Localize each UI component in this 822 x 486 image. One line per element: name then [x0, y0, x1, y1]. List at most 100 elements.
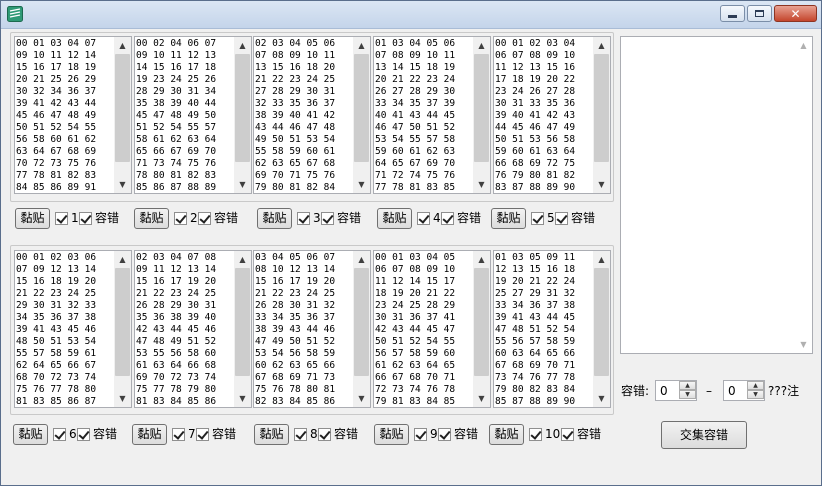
number-listbox-10[interactable]: 01 03 05 09 11 12 13 15 16 18 19 20 21 2…	[493, 250, 611, 408]
intersect-tolerance-button[interactable]: 交集容错	[661, 421, 747, 449]
tolerance-checkbox-10[interactable]	[561, 428, 574, 441]
scroll-down-icon[interactable]: ▼	[593, 176, 610, 193]
tolerance-checkbox-3[interactable]	[321, 212, 334, 225]
number-listbox-6[interactable]: 00 01 02 03 06 07 09 12 13 14 15 16 18 1…	[14, 250, 132, 408]
maximize-button[interactable]	[747, 5, 772, 22]
scroll-up-icon[interactable]: ▲	[353, 251, 370, 268]
scroll-up-icon[interactable]: ▲	[593, 251, 610, 268]
tolerance-min-spinner[interactable]: 0 ▲ ▼	[655, 380, 697, 401]
spin-up-icon[interactable]: ▲	[679, 381, 696, 390]
group-checkbox-8[interactable]	[294, 428, 307, 441]
scroll-up-icon[interactable]: ▲	[795, 37, 812, 54]
minimize-button[interactable]	[720, 5, 745, 22]
group-checkbox-4[interactable]	[417, 212, 430, 225]
tolerance-checkbox-5[interactable]	[555, 212, 568, 225]
result-textbox[interactable]: ▲ ▼	[620, 36, 813, 354]
group-checkbox-3[interactable]	[297, 212, 310, 225]
scroll-down-icon[interactable]: ▼	[234, 390, 251, 407]
scroll-up-icon[interactable]: ▲	[473, 251, 490, 268]
number-listbox-3[interactable]: 02 03 04 05 06 07 08 09 10 11 13 15 16 1…	[253, 36, 371, 194]
list-scrollbar[interactable]: ▲ ▼	[234, 251, 251, 407]
paste-button-6[interactable]: 黏贴	[13, 424, 48, 445]
list-scrollbar[interactable]: ▲ ▼	[114, 251, 131, 407]
scroll-down-icon[interactable]: ▼	[353, 176, 370, 193]
scroll-thumb[interactable]	[354, 54, 369, 162]
tolerance-checkbox-7[interactable]	[196, 428, 209, 441]
tolerance-checkbox-8[interactable]	[318, 428, 331, 441]
scroll-up-icon[interactable]: ▲	[234, 37, 251, 54]
list-scrollbar[interactable]: ▲ ▼	[353, 251, 370, 407]
check-icon	[54, 428, 66, 440]
group-checkbox-10[interactable]	[529, 428, 542, 441]
scroll-up-icon[interactable]: ▲	[593, 37, 610, 54]
number-listbox-9[interactable]: 00 01 03 04 05 06 07 08 09 10 11 12 14 1…	[373, 250, 491, 408]
paste-button-7[interactable]: 黏贴	[132, 424, 167, 445]
tolerance-checkbox-label: 容错	[214, 211, 239, 225]
paste-button-10[interactable]: 黏贴	[489, 424, 524, 445]
list-scrollbar[interactable]: ▲ ▼	[593, 37, 610, 193]
number-listbox-4[interactable]: 01 03 04 05 06 07 08 09 10 11 13 14 15 1…	[373, 36, 491, 194]
tolerance-label: 容错:	[621, 384, 650, 398]
paste-button-9[interactable]: 黏贴	[374, 424, 409, 445]
list-scrollbar[interactable]: ▲ ▼	[114, 37, 131, 193]
paste-button-8[interactable]: 黏贴	[254, 424, 289, 445]
scroll-up-icon[interactable]: ▲	[114, 37, 131, 54]
tolerance-checkbox-6[interactable]	[77, 428, 90, 441]
close-button[interactable]: ✕	[774, 5, 817, 22]
scroll-down-icon[interactable]: ▼	[593, 390, 610, 407]
number-listbox-5[interactable]: 00 01 02 03 04 06 07 08 09 10 11 12 13 1…	[493, 36, 611, 194]
scroll-thumb[interactable]	[594, 54, 609, 162]
scroll-down-icon[interactable]: ▼	[353, 390, 370, 407]
scroll-down-icon[interactable]: ▼	[114, 390, 131, 407]
spin-up-icon[interactable]: ▲	[747, 381, 764, 390]
number-listbox-2[interactable]: 00 02 04 06 07 09 10 11 12 13 14 15 16 1…	[134, 36, 252, 194]
scroll-down-icon[interactable]: ▼	[473, 390, 490, 407]
scroll-up-icon[interactable]: ▲	[114, 251, 131, 268]
paste-button-4[interactable]: 黏贴	[377, 208, 412, 229]
group-checkbox-9[interactable]	[414, 428, 427, 441]
tolerance-checkbox-4[interactable]	[441, 212, 454, 225]
list-scrollbar[interactable]: ▲ ▼	[593, 251, 610, 407]
paste-button-2[interactable]: 黏贴	[134, 208, 169, 229]
scroll-thumb[interactable]	[115, 54, 130, 162]
group-checkbox-7[interactable]	[172, 428, 185, 441]
scroll-thumb[interactable]	[235, 54, 250, 162]
number-listbox-1[interactable]: 00 01 03 04 07 09 10 11 12 14 15 16 17 1…	[14, 36, 132, 194]
scroll-down-icon[interactable]: ▼	[473, 176, 490, 193]
spin-down-icon[interactable]: ▼	[747, 390, 764, 399]
tolerance-checkbox-9[interactable]	[438, 428, 451, 441]
number-listbox-8[interactable]: 03 04 05 06 07 08 10 12 13 14 15 16 17 1…	[253, 250, 371, 408]
list-scrollbar[interactable]: ▲ ▼	[234, 37, 251, 193]
scroll-thumb[interactable]	[115, 268, 130, 376]
scroll-up-icon[interactable]: ▲	[234, 251, 251, 268]
check-icon	[78, 428, 90, 440]
scroll-up-icon[interactable]: ▲	[473, 37, 490, 54]
group-checkbox-6[interactable]	[53, 428, 66, 441]
number-listbox-7[interactable]: 02 03 04 07 08 09 11 12 13 14 15 16 17 1…	[134, 250, 252, 408]
tolerance-checkbox-1[interactable]	[79, 212, 92, 225]
group-checkbox-2[interactable]	[174, 212, 187, 225]
scroll-up-icon[interactable]: ▲	[353, 37, 370, 54]
scroll-down-icon[interactable]: ▼	[234, 176, 251, 193]
spin-down-icon[interactable]: ▼	[679, 390, 696, 399]
list-scrollbar[interactable]: ▲ ▼	[473, 251, 490, 407]
paste-button-1[interactable]: 黏贴	[15, 208, 50, 229]
tolerance-max-spinner[interactable]: 0 ▲ ▼	[723, 380, 765, 401]
scroll-down-icon[interactable]: ▼	[114, 176, 131, 193]
scroll-thumb[interactable]	[354, 268, 369, 376]
scroll-down-icon[interactable]: ▼	[795, 336, 812, 353]
tolerance-checkbox-2[interactable]	[198, 212, 211, 225]
bet-count-label: ???注	[768, 384, 800, 398]
result-scrollbar[interactable]: ▲ ▼	[795, 37, 812, 353]
paste-button-3[interactable]: 黏贴	[257, 208, 292, 229]
scroll-thumb[interactable]	[594, 268, 609, 376]
scroll-thumb[interactable]	[474, 268, 489, 376]
scroll-thumb[interactable]	[235, 268, 250, 376]
list-scrollbar[interactable]: ▲ ▼	[353, 37, 370, 193]
group-checkbox-1[interactable]	[55, 212, 68, 225]
paste-button-5[interactable]: 黏贴	[491, 208, 526, 229]
title-bar[interactable]: ✕	[1, 1, 821, 29]
list-scrollbar[interactable]: ▲ ▼	[473, 37, 490, 193]
scroll-thumb[interactable]	[474, 54, 489, 162]
group-checkbox-5[interactable]	[531, 212, 544, 225]
